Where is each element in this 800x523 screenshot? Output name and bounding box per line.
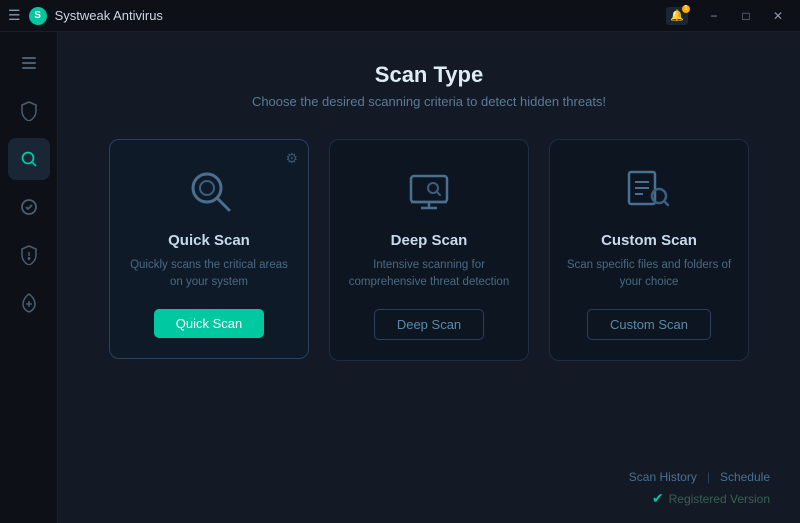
sidebar-item-check[interactable] xyxy=(8,186,50,228)
notification-dot: 1 xyxy=(682,5,690,13)
title-bar-right: 🔔 1 − □ ✕ xyxy=(666,5,792,27)
scan-history-link[interactable]: Scan History xyxy=(629,470,697,484)
hamburger-icon[interactable]: ☰ xyxy=(8,7,21,24)
quick-scan-icon xyxy=(179,160,239,220)
deep-scan-desc: Intensive scanning for comprehensive thr… xyxy=(346,257,512,293)
sidebar-item-protection[interactable] xyxy=(8,234,50,276)
sidebar-item-shield[interactable] xyxy=(8,90,50,132)
footer: Scan History | Schedule ✔ Registered Ver… xyxy=(629,470,770,507)
minimize-button[interactable]: − xyxy=(700,5,728,27)
main-layout: Scan Type Choose the desired scanning cr… xyxy=(0,32,800,523)
scan-cards-container: ⚙ Quick Scan Quickly scans the critical … xyxy=(98,139,760,361)
quick-scan-title: Quick Scan xyxy=(168,232,250,249)
content-area: Scan Type Choose the desired scanning cr… xyxy=(58,32,800,523)
page-subtitle: Choose the desired scanning criteria to … xyxy=(98,94,760,109)
sidebar-item-boost[interactable] xyxy=(8,282,50,324)
custom-scan-title: Custom Scan xyxy=(601,232,697,249)
gear-icon[interactable]: ⚙ xyxy=(285,150,298,167)
deep-scan-button[interactable]: Deep Scan xyxy=(374,309,484,340)
title-bar: ☰ S Systweak Antivirus 🔔 1 − □ ✕ xyxy=(0,0,800,32)
custom-scan-desc: Scan specific files and folders of your … xyxy=(566,257,732,293)
registered-version: ✔ Registered Version xyxy=(652,490,770,507)
quick-scan-card: ⚙ Quick Scan Quickly scans the critical … xyxy=(109,139,309,359)
title-bar-left: ☰ S Systweak Antivirus xyxy=(8,7,163,25)
custom-scan-icon xyxy=(619,160,679,220)
quick-scan-desc: Quickly scans the critical areas on your… xyxy=(126,257,292,293)
sidebar-item-menu[interactable] xyxy=(8,42,50,84)
registered-icon: ✔ xyxy=(652,490,664,507)
deep-scan-icon xyxy=(399,160,459,220)
schedule-link[interactable]: Schedule xyxy=(720,470,770,484)
custom-scan-card: Custom Scan Scan specific files and fold… xyxy=(549,139,749,361)
footer-divider: | xyxy=(707,470,710,484)
custom-scan-button[interactable]: Custom Scan xyxy=(587,309,711,340)
page-title: Scan Type xyxy=(98,62,760,88)
quick-scan-button[interactable]: Quick Scan xyxy=(154,309,264,338)
close-button[interactable]: ✕ xyxy=(764,5,792,27)
footer-links: Scan History | Schedule xyxy=(629,470,770,484)
app-logo: S xyxy=(29,7,47,25)
maximize-button[interactable]: □ xyxy=(732,5,760,27)
sidebar xyxy=(0,32,58,523)
notification-badge[interactable]: 🔔 1 xyxy=(666,7,688,25)
sidebar-item-scan[interactable] xyxy=(8,138,50,180)
registered-label: Registered Version xyxy=(669,492,770,506)
deep-scan-title: Deep Scan xyxy=(391,232,468,249)
app-title: Systweak Antivirus xyxy=(55,8,163,23)
deep-scan-card: Deep Scan Intensive scanning for compreh… xyxy=(329,139,529,361)
